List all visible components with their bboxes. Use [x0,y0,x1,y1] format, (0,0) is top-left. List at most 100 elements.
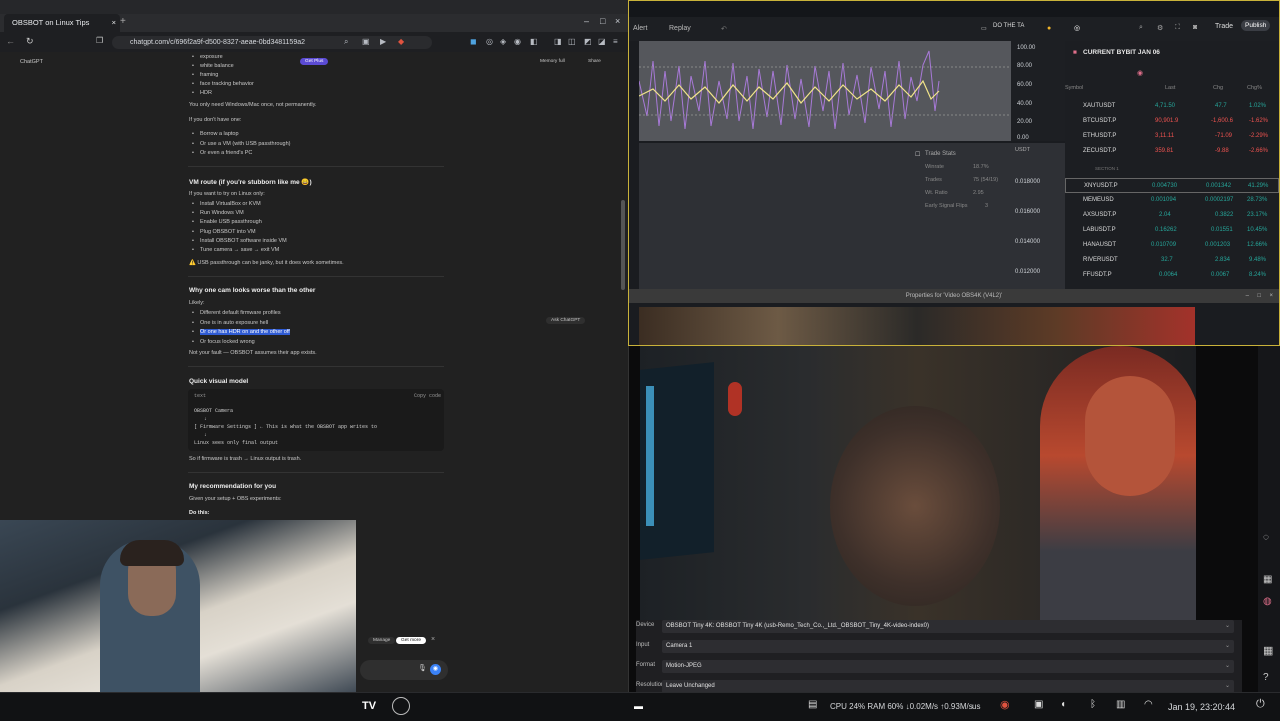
system-monitor[interactable]: CPU 24% RAM 60% ↓0.02M/s ↑0.93M/s [830,702,973,711]
help-icon[interactable]: ? [1263,672,1269,683]
undo-icon[interactable]: ↶ [721,25,727,33]
checkbox-icon[interactable]: ☐ [915,151,920,158]
currency-label[interactable]: USDT [1015,147,1030,153]
layout-name[interactable]: DO THE TA [993,23,1024,29]
bluetooth-icon[interactable]: ᛒ [1090,699,1096,710]
watchlist-row-selected[interactable]: XNYUSDT.P 0.004730 0.001342 41.29% [1065,178,1279,193]
extension-icon[interactable]: ◼ [470,37,477,46]
tradingview-icon[interactable]: TV [362,700,376,712]
settings-icon[interactable]: ◌ [1263,532,1269,543]
watchlist-row[interactable]: XAUTUSDT 4,71.50 47.7 1.02% [1065,99,1279,114]
copy-code-button[interactable]: Copy code [414,393,441,399]
extension-icon[interactable]: ◈ [500,37,506,46]
play-icon[interactable]: ▶ [380,37,386,46]
watchlist-row[interactable]: HANAUSDT 0.010709 0.001203 12.66% [1065,238,1279,253]
fullscreen-icon[interactable]: ⛶ [1175,24,1180,32]
device-select[interactable]: OBSBOT Tiny 4K: OBSBOT Tiny 4K (usb-Remo… [662,620,1234,633]
watchlist-row[interactable]: BTCUSDT.P 90,901.9 -1,600.6 -1.62% [1065,114,1279,129]
last: 4,71.50 [1155,103,1176,109]
window-titlebar[interactable] [0,0,628,14]
dismiss-icon[interactable]: × [431,636,435,643]
col-header[interactable]: Chg [1213,85,1223,91]
extension-icon[interactable]: ◧ [530,37,538,46]
grid-icon[interactable]: ▦ [1263,644,1273,657]
volume-icon[interactable]: ◖ [1060,699,1066,710]
col-header[interactable]: Chg% [1247,85,1262,91]
minimize-icon[interactable]: – [1246,289,1249,303]
brave-icon[interactable]: ◉ [1000,698,1010,711]
status-dot-icon: ● [1047,25,1052,32]
settings-icon[interactable]: ⚙ [1157,24,1163,32]
watchlist-row[interactable]: ZECUSDT.P 359.81 -9.88 -2.66% [1065,144,1279,159]
extension-icon[interactable]: ◎ [486,37,493,46]
app-label[interactable]: ChatGPT [20,59,43,65]
extension-icon[interactable]: ◉ [514,37,521,46]
manage-button[interactable]: Manage [368,637,396,644]
close-icon[interactable]: × [1269,289,1273,303]
mic-icon[interactable]: 🎙 [418,664,427,672]
replay-button[interactable]: Replay [669,25,691,32]
watchlist-row[interactable]: MEMEUSD 0.001094 0.0002197 28.73% [1065,193,1279,208]
watchlist-row[interactable]: LABUSDT.P 0.16262 0.01551 10.45% [1065,223,1279,238]
maximize-icon[interactable]: □ [1257,289,1261,303]
tab-close-icon[interactable]: × [112,14,116,32]
section-row[interactable]: SECTION 1 [1065,161,1279,176]
search-icon[interactable]: ⌕ [1139,24,1143,32]
reload-icon[interactable]: ↻ [26,36,34,47]
get-plus-button[interactable]: Get Plus [300,58,329,65]
keyboard-layout[interactable]: us [972,702,980,711]
search-icon[interactable]: ⌕ [344,37,348,47]
extension-icon[interactable]: ◨ [554,37,562,46]
minimize-icon[interactable]: – [584,16,589,26]
get-more-button[interactable]: Get more [396,637,426,644]
col-header[interactable]: Symbol [1065,85,1083,91]
camera-icon[interactable]: ◙ [1193,24,1197,31]
list-item-selected[interactable]: Or one has HDR on and the other off [192,329,290,335]
wallet-icon[interactable]: ◪ [598,37,606,46]
col-header[interactable]: Last [1165,85,1175,91]
lower-chart-pane[interactable]: ☐ Trade Stats Winrate 18.7% Trades 75 (5… [639,143,1069,291]
voice-mode-icon[interactable]: ◉ [430,664,441,675]
notification-icon[interactable]: ◍ [1263,596,1272,607]
list-item: HDR [192,90,212,96]
watchlist-row[interactable]: FFUSDT.P 0.0064 0.0067 8.24% [1065,268,1279,283]
list-item: exposure [192,54,223,60]
scrollbar[interactable] [621,200,625,290]
app-circle-icon[interactable] [392,697,410,715]
share-button[interactable]: Share [588,59,601,64]
user-icon[interactable]: ◎ [1074,24,1080,32]
sidebar-icon[interactable]: ◫ [568,37,576,46]
trade-button[interactable]: Trade [1215,23,1233,30]
wifi-icon[interactable]: ◠ [1144,699,1153,710]
clock[interactable]: Jan 19, 23:20:44 [1168,702,1235,712]
bookmark-icon[interactable]: ❐ [96,36,103,45]
calendar-icon[interactable]: ▦ [1263,574,1272,585]
alert-button[interactable]: Alert [633,25,647,32]
input-select[interactable]: Camera 1 ⌄ [662,640,1234,653]
publish-button[interactable]: Publish [1241,20,1271,31]
properties-titlebar[interactable]: Properties for 'Video OBS4K (V4L2)' – □ … [629,289,1279,303]
back-icon[interactable]: ← [6,36,15,46]
watchlist-row[interactable]: RIVERUSDT 32.7 2.834 9.48% [1065,253,1279,268]
network-icon[interactable]: ▥ [1116,699,1125,710]
brave-shield-icon[interactable]: ◆ [398,37,404,46]
display-icon[interactable]: ▣ [1034,699,1043,710]
watchlist-row[interactable]: ETHUSDT.P 3,11.11 -71.09 -2.29% [1065,129,1279,144]
obs-icon[interactable]: ▬ [634,701,643,711]
indicator-chart[interactable] [638,41,1011,141]
alert-icon[interactable]: ◉ [1137,69,1143,77]
new-tab-icon[interactable]: + [120,16,126,27]
power-icon[interactable]: ⏻ [1256,698,1265,711]
watchlist-row[interactable]: AXSUSDT.P 2.04 0.3822 23.17% [1065,208,1279,223]
clipboard-icon[interactable]: ▤ [808,699,817,710]
screen-icon[interactable]: ▭ [981,25,987,32]
close-icon[interactable]: × [615,16,620,26]
watchlist-title[interactable]: CURRENT BYBIT JAN 06 [1083,49,1160,56]
ask-chatgpt-button[interactable]: Ask ChatGPT [546,317,586,324]
menu-icon[interactable]: ≡ [613,37,618,46]
extension-icon[interactable]: ▣ [362,37,370,46]
format-select[interactable]: Motion-JPEG ⌄ [662,660,1234,673]
maximize-icon[interactable]: □ [600,16,605,26]
extension-icon[interactable]: ◩ [584,37,592,46]
tab-active[interactable]: OBSBOT on Linux Tips × [4,14,120,32]
